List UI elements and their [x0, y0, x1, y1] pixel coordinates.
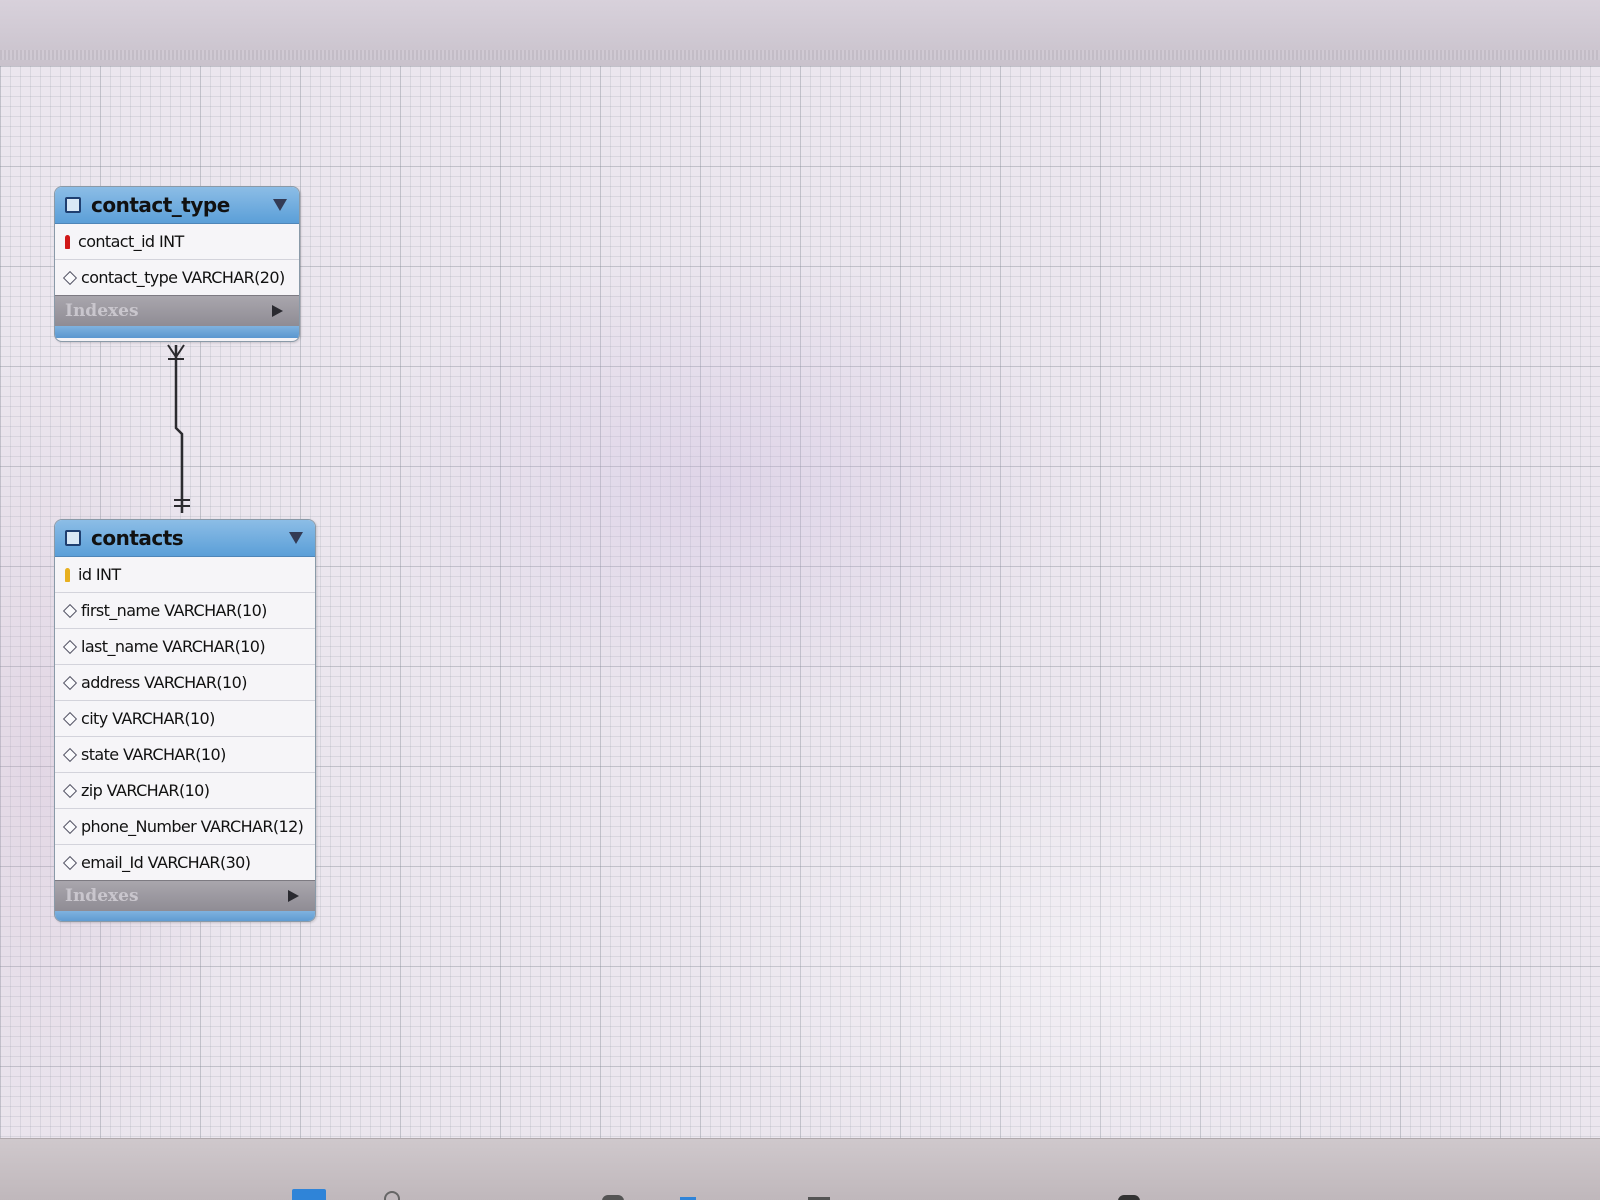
column-row[interactable]: email_Id VARCHAR(30) — [55, 845, 315, 880]
start-button-icon[interactable] — [292, 1189, 326, 1200]
column-diamond-icon — [62, 675, 78, 690]
column-list: contact_id INT contact_type VARCHAR(20) — [55, 224, 299, 295]
collapse-arrow-icon[interactable] — [289, 532, 303, 544]
column-row[interactable]: id INT — [55, 557, 315, 593]
table-footer — [55, 911, 315, 921]
taskbar — [0, 1138, 1600, 1200]
column-label: zip VARCHAR(10) — [81, 781, 210, 800]
column-row[interactable]: phone_Number VARCHAR(12) — [55, 809, 315, 845]
column-label: phone_Number VARCHAR(12) — [81, 817, 304, 836]
column-row[interactable]: zip VARCHAR(10) — [55, 773, 315, 809]
table-contact-type[interactable]: contact_type contact_id INT contact_type… — [54, 186, 300, 342]
column-diamond-icon — [62, 711, 78, 726]
screen: contact_type contact_id INT contact_type… — [0, 0, 1600, 1200]
window-top-edge — [0, 0, 1600, 66]
taskbar-app-icon[interactable] — [1118, 1195, 1140, 1200]
expand-arrow-icon[interactable] — [272, 305, 283, 317]
table-header[interactable]: contact_type — [55, 187, 299, 224]
column-diamond-icon — [62, 855, 78, 870]
indexes-section[interactable]: Indexes — [55, 880, 315, 911]
column-label: email_Id VARCHAR(30) — [81, 853, 251, 872]
column-row[interactable]: address VARCHAR(10) — [55, 665, 315, 701]
column-label: city VARCHAR(10) — [81, 709, 215, 728]
column-label: contact_type VARCHAR(20) — [81, 268, 285, 287]
column-label: state VARCHAR(10) — [81, 745, 226, 764]
column-label: first_name VARCHAR(10) — [81, 601, 267, 620]
table-title: contacts — [91, 526, 184, 550]
table-contacts[interactable]: contacts id INT first_name VARCHAR(10) l… — [54, 519, 316, 922]
column-row[interactable]: contact_type VARCHAR(20) — [55, 260, 299, 295]
table-icon — [65, 530, 81, 546]
column-diamond-icon — [62, 783, 78, 798]
column-diamond-icon — [62, 639, 78, 654]
column-row[interactable]: state VARCHAR(10) — [55, 737, 315, 773]
indexes-label: Indexes — [65, 886, 139, 906]
table-footer — [55, 326, 299, 338]
column-diamond-icon — [62, 270, 78, 285]
search-icon[interactable] — [384, 1191, 400, 1200]
column-row[interactable]: contact_id INT — [55, 224, 299, 260]
indexes-section[interactable]: Indexes — [55, 295, 299, 326]
table-title: contact_type — [91, 193, 230, 217]
column-diamond-icon — [62, 747, 78, 762]
column-list: id INT first_name VARCHAR(10) last_name … — [55, 557, 315, 880]
column-label: id INT — [78, 565, 121, 584]
primary-key-icon — [65, 567, 70, 582]
column-label: address VARCHAR(10) — [81, 673, 247, 692]
taskbar-app-icon[interactable] — [602, 1195, 624, 1200]
column-diamond-icon — [62, 819, 78, 834]
collapse-arrow-icon[interactable] — [273, 199, 287, 211]
column-row[interactable]: last_name VARCHAR(10) — [55, 629, 315, 665]
table-icon — [65, 197, 81, 213]
primary-key-icon — [65, 234, 70, 249]
column-label: last_name VARCHAR(10) — [81, 637, 266, 656]
indexes-label: Indexes — [65, 301, 139, 321]
column-label: contact_id INT — [78, 232, 184, 251]
column-row[interactable]: first_name VARCHAR(10) — [55, 593, 315, 629]
column-row[interactable]: city VARCHAR(10) — [55, 701, 315, 737]
expand-arrow-icon[interactable] — [288, 890, 299, 902]
table-header[interactable]: contacts — [55, 520, 315, 557]
column-diamond-icon — [62, 603, 78, 618]
